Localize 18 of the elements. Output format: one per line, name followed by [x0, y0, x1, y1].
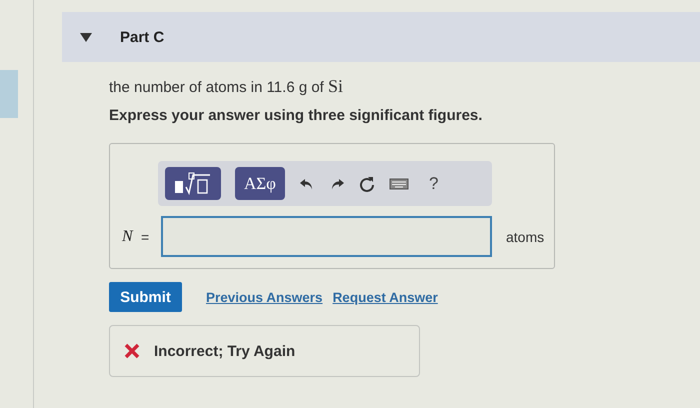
variable-label: N: [122, 228, 134, 246]
keyboard-icon[interactable]: [388, 176, 409, 192]
part-header[interactable]: Part C: [62, 12, 700, 62]
instruction-text: Express your answer using three significant figures.: [109, 107, 484, 124]
answer-link[interactable]: Request Answer: [332, 290, 438, 304]
template-button[interactable]: [165, 167, 221, 200]
help-button[interactable]: ?: [428, 174, 438, 194]
question-text: the number of atoms in 11.6 g of Si: [109, 76, 344, 97]
equals-sign: =: [141, 228, 150, 244]
unit-label: atoms: [506, 228, 544, 244]
answer-link[interactable]: Previous Answers: [206, 290, 323, 304]
root-template-icon: [174, 172, 212, 196]
answer-field[interactable]: [161, 216, 492, 257]
reset-icon[interactable]: [358, 176, 375, 192]
submit-button[interactable]: Submit: [109, 282, 182, 312]
feedback-message: Incorrect; Try Again: [154, 342, 296, 360]
greek-button[interactable]: ΑΣφ: [235, 167, 285, 200]
part-title: Part C: [120, 28, 164, 46]
